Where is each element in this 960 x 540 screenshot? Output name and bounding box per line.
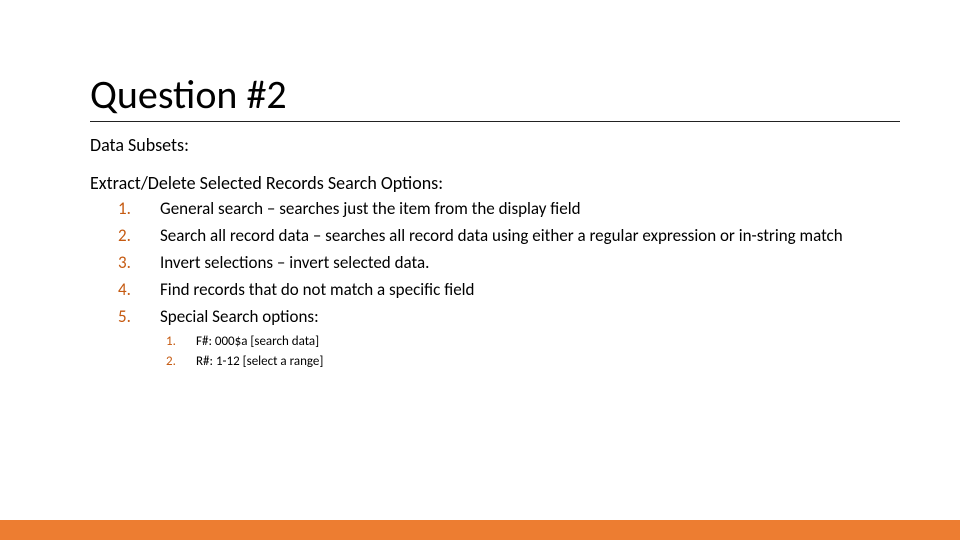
sub-list: F#: 000$a [search data] R#: 1-12 [select… bbox=[90, 333, 900, 371]
heading-data-subsets: Data Subsets: bbox=[90, 134, 900, 156]
footer-accent-bar bbox=[0, 520, 960, 540]
list-item: General search – searches just the item … bbox=[130, 198, 900, 221]
list-item: Special Search options: bbox=[130, 306, 900, 329]
list-item: Search all record data – searches all re… bbox=[130, 225, 900, 248]
heading-search-options: Extract/Delete Selected Records Search O… bbox=[90, 172, 900, 194]
slide: Question #2 Data Subsets: Extract/Delete… bbox=[0, 0, 960, 540]
slide-content: Question #2 Data Subsets: Extract/Delete… bbox=[0, 0, 960, 371]
slide-title: Question #2 bbox=[90, 70, 900, 122]
sub-list-item: F#: 000$a [search data] bbox=[166, 333, 900, 351]
list-item: Find records that do not match a specifi… bbox=[130, 279, 900, 302]
sub-list-item: R#: 1-12 [select a range] bbox=[166, 353, 900, 371]
list-item: Invert selections – invert selected data… bbox=[130, 252, 900, 275]
main-list: General search – searches just the item … bbox=[90, 198, 900, 329]
